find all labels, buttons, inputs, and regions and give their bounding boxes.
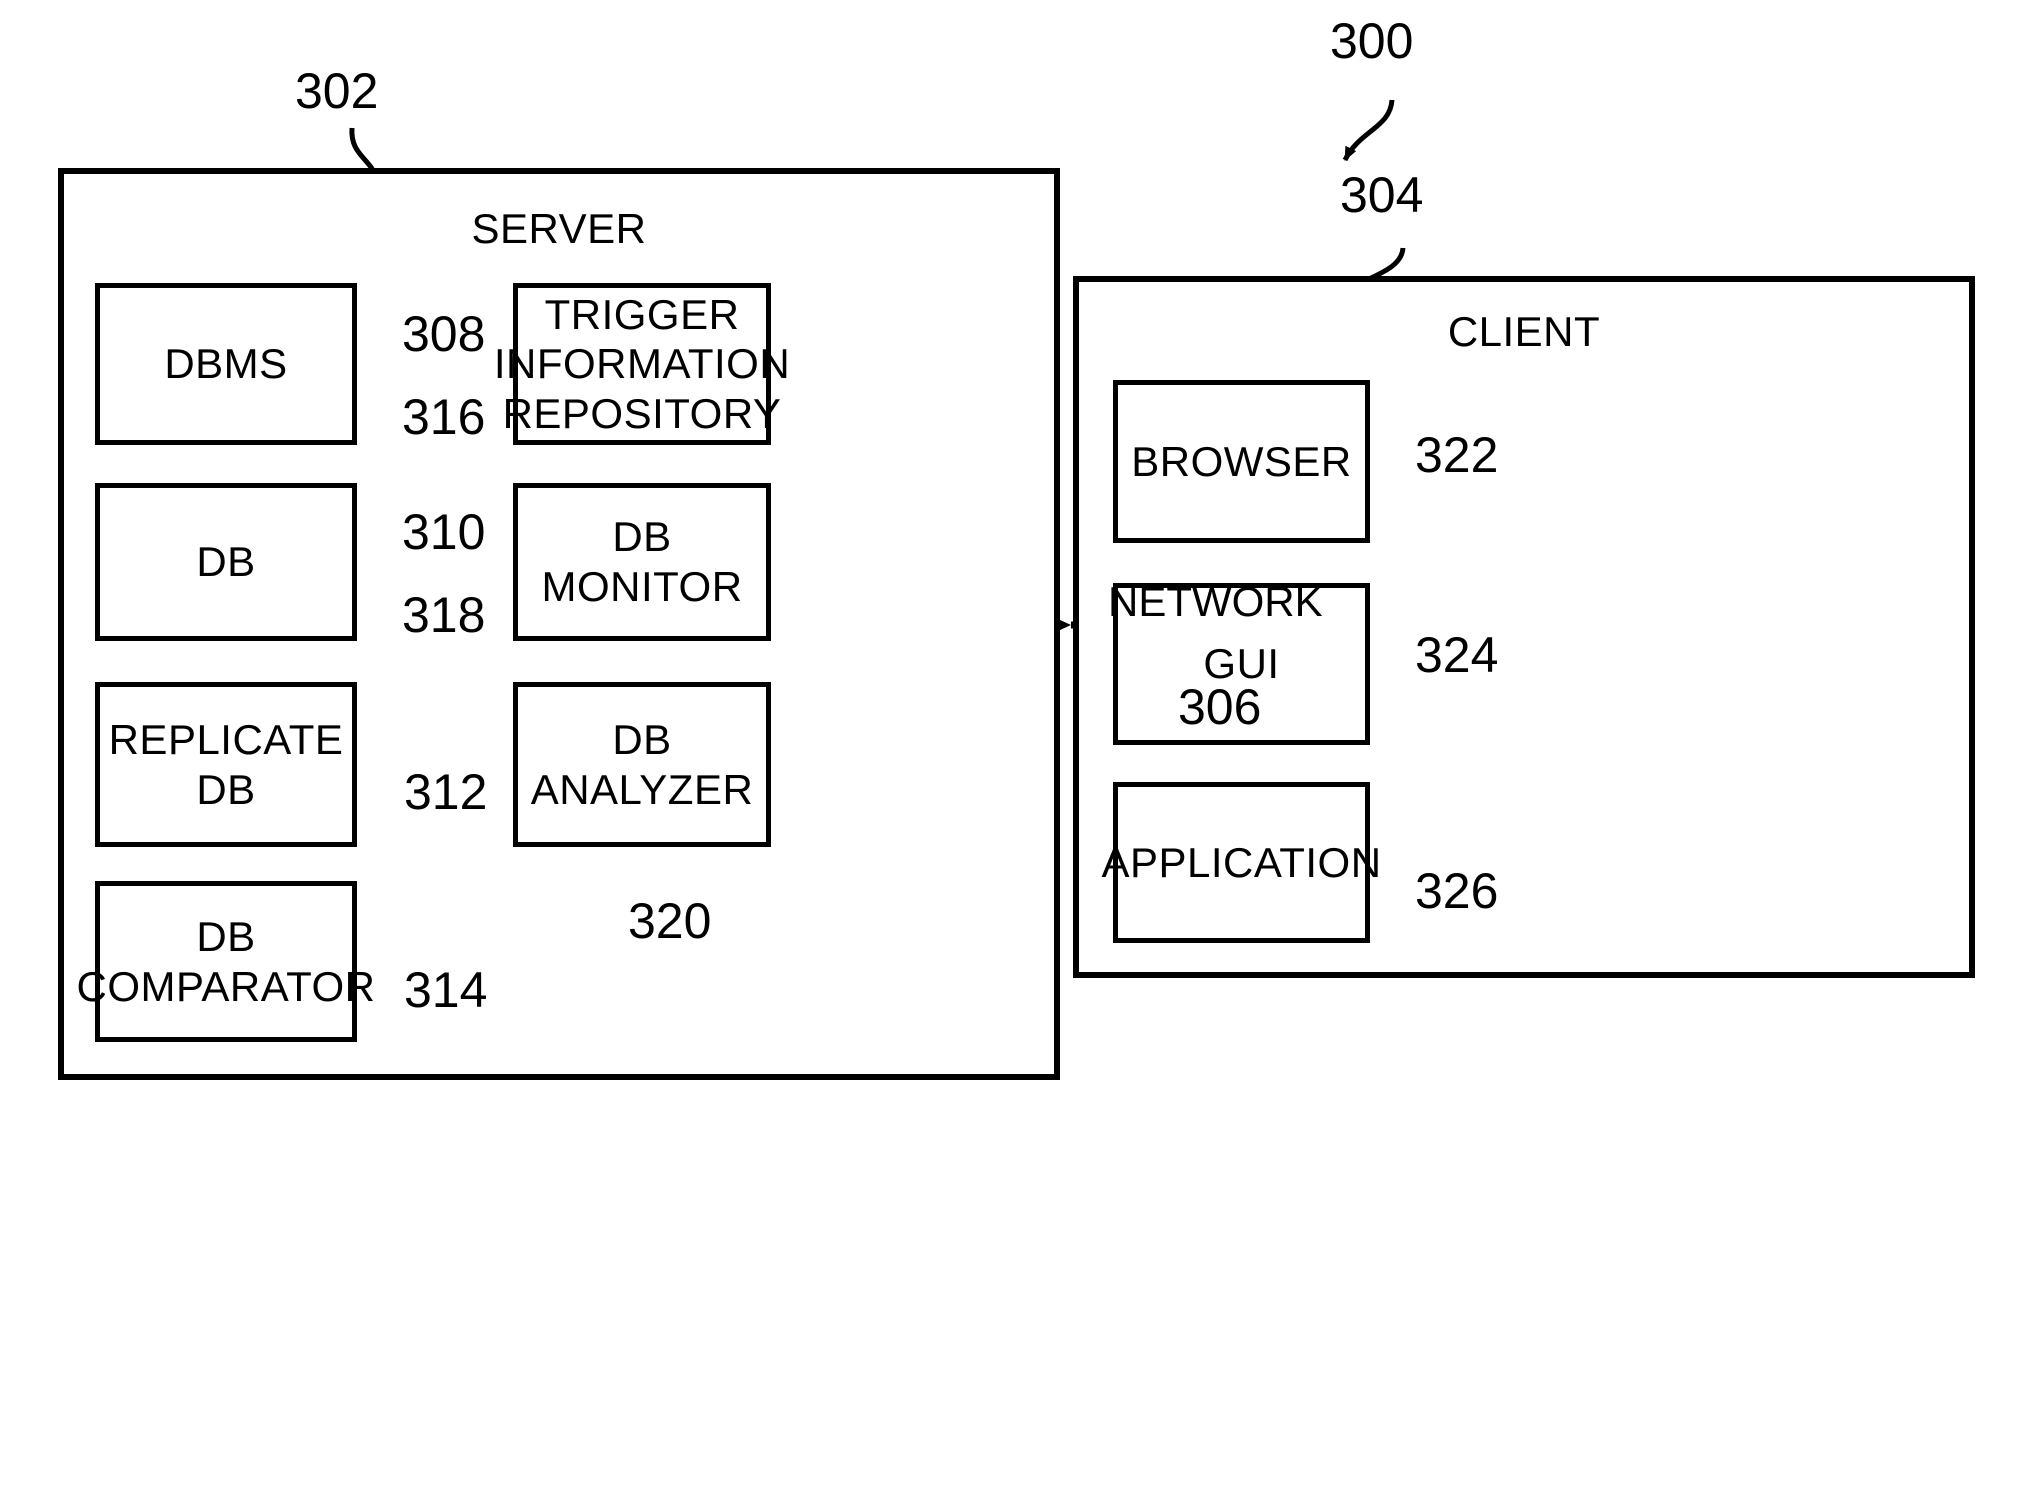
db-analyzer-box[interactable]: DB ANALYZER [513,682,771,847]
db-analyzer-label: DB ANALYZER [530,715,754,813]
patent-figure-canvas: SERVER DBMS DB REPLICATE DB DB COMPARATO… [0,0,2042,1488]
ref-314: 314 [404,962,488,1018]
db-box[interactable]: DB [95,483,357,641]
ref-322: 322 [1415,427,1499,483]
db-monitor-label: DB MONITOR [541,513,743,610]
server-title: SERVER [471,205,647,252]
browser-label: BROWSER [1131,437,1352,485]
leader-line-300 [1342,99,1395,162]
ref-316: 316 [402,389,486,445]
ref-306: 306 [1178,679,1262,735]
trigger-information-repository-box[interactable]: TRIGGER INFORMATION REPOSITORY [494,283,790,445]
ref-308: 308 [402,306,486,362]
ref-312: 312 [404,764,488,820]
trigger-information-repository-label: TRIGGER INFORMATION REPOSITORY [493,290,791,437]
db-monitor-box[interactable]: DB MONITOR [513,483,771,641]
ref-310: 310 [402,504,486,560]
ref-320: 320 [628,893,712,949]
application-label: APPLICATION [1101,838,1382,886]
application-box[interactable]: APPLICATION [1101,782,1381,943]
browser-box[interactable]: BROWSER [1113,380,1370,543]
ref-302: 302 [295,63,379,119]
ref-304: 304 [1340,167,1424,223]
ref-318: 318 [402,587,486,643]
network-label: NETWORK [1108,578,1323,625]
db-comparator-box[interactable]: DB COMPARATOR [76,881,375,1042]
db-comparator-label: DB COMPARATOR [76,912,376,1010]
ref-300: 300 [1330,13,1414,69]
replicate-db-label: REPLICATE DB [108,715,344,813]
dbms-box[interactable]: DBMS [95,283,357,445]
client-title: CLIENT [1447,308,1601,355]
dbms-label: DBMS [164,340,288,388]
replicate-db-box[interactable]: REPLICATE DB [95,682,357,847]
ref-326: 326 [1415,863,1499,919]
ref-324: 324 [1415,627,1499,683]
db-label: DB [196,538,256,586]
